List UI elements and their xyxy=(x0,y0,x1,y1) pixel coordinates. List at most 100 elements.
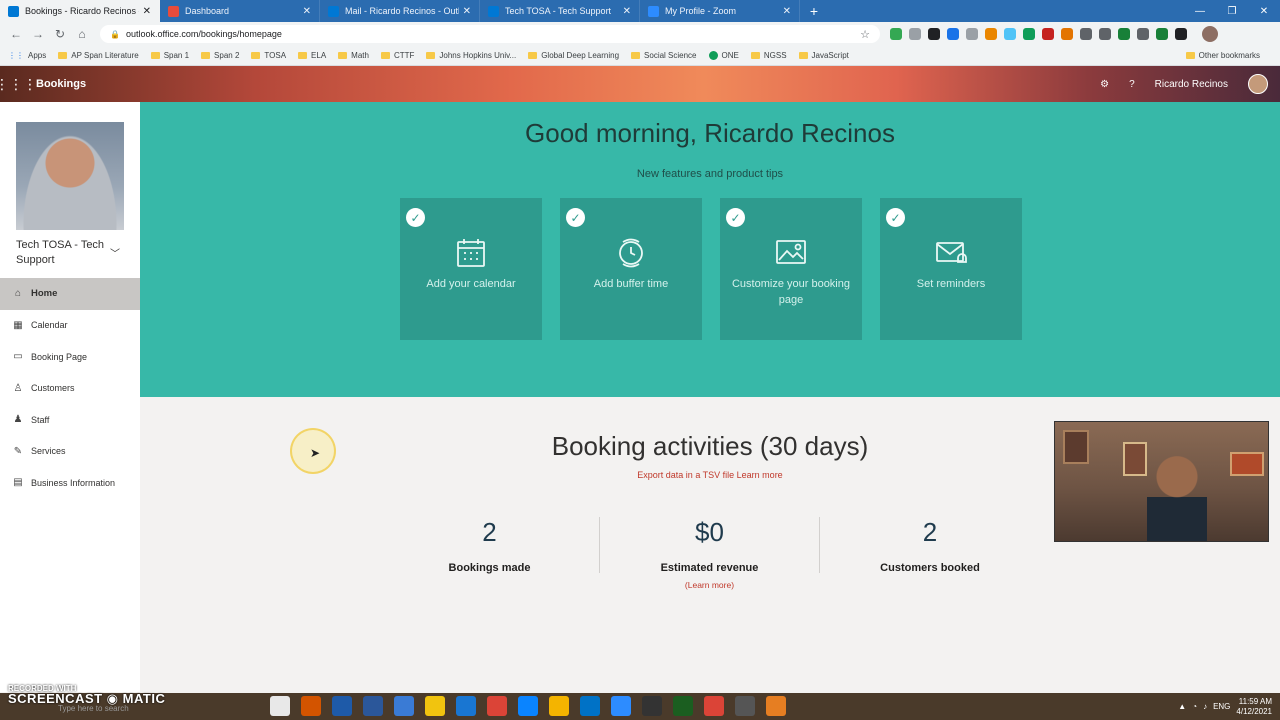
app-launcher-icon[interactable]: ⋮⋮⋮ xyxy=(0,66,37,102)
extension-icon[interactable] xyxy=(985,28,997,40)
bookmark-item[interactable]: Johns Hopkins Univ... xyxy=(426,51,516,60)
avatar[interactable] xyxy=(1248,74,1268,94)
app-icon[interactable] xyxy=(394,696,414,716)
bookmark-item[interactable]: ⋮⋮ Apps xyxy=(8,51,46,60)
clock[interactable]: 11:59 AM 4/12/2021 xyxy=(1236,697,1272,717)
lang-indicator[interactable]: ENG xyxy=(1213,702,1230,711)
bookmark-label: Johns Hopkins Univ... xyxy=(439,51,517,60)
zoom-icon[interactable] xyxy=(611,696,631,716)
browser-profile-avatar[interactable] xyxy=(1202,26,1218,42)
tip-card[interactable]: ✓ Add your calendar xyxy=(400,198,542,340)
settings-icon[interactable]: ⚙ xyxy=(1100,79,1109,90)
browser-tab[interactable]: Tech TOSA - Tech Support ✕ xyxy=(480,0,640,22)
sidebar-item-booking-page[interactable]: ▭ Booking Page xyxy=(0,341,140,373)
extension-icon[interactable] xyxy=(1023,28,1035,40)
sidebar-item-home[interactable]: ⌂ Home xyxy=(0,278,140,310)
tray-icon[interactable]: ▲ xyxy=(1178,702,1186,711)
bookmark-item[interactable]: Global Deep Learning xyxy=(528,51,619,60)
app-icon[interactable] xyxy=(642,696,662,716)
app-icon[interactable] xyxy=(766,696,786,716)
minimize-icon[interactable]: — xyxy=(1184,0,1216,22)
close-tab-icon[interactable]: ✕ xyxy=(143,6,151,17)
app-icon[interactable] xyxy=(425,696,445,716)
browser-tab[interactable]: My Profile - Zoom ✕ xyxy=(640,0,800,22)
extension-icon[interactable] xyxy=(1004,28,1016,40)
sidebar-item-services[interactable]: ✎ Services xyxy=(0,436,140,468)
sidebar-item-staff[interactable]: ♟ Staff xyxy=(0,404,140,436)
reload-icon[interactable]: ↻ xyxy=(50,24,70,44)
back-icon[interactable]: ← xyxy=(6,24,26,44)
bookmark-item[interactable]: Span 2 xyxy=(201,51,239,60)
folder-icon[interactable] xyxy=(549,696,569,716)
extension-icon[interactable] xyxy=(947,28,959,40)
user-name[interactable]: Ricardo Recinos xyxy=(1155,79,1228,90)
bookmark-item[interactable]: TOSA xyxy=(251,51,286,60)
business-name[interactable]: Tech TOSA - Tech Support xyxy=(16,238,112,268)
extension-icon[interactable] xyxy=(890,28,902,40)
app-icon[interactable] xyxy=(456,696,476,716)
app-icon[interactable] xyxy=(363,696,383,716)
extension-icon[interactable] xyxy=(1118,28,1130,40)
close-tab-icon[interactable]: ✕ xyxy=(303,6,311,17)
new-tab-button[interactable]: + xyxy=(800,0,828,22)
bookmark-item[interactable]: JavaScript xyxy=(798,51,849,60)
bookmark-item[interactable]: ONE xyxy=(708,51,739,60)
bookmark-item[interactable]: Social Science xyxy=(631,51,697,60)
close-tab-icon[interactable]: ✕ xyxy=(623,6,631,17)
taskbar-search-input[interactable]: Type here to search xyxy=(40,700,220,716)
bookmark-item[interactable]: Math xyxy=(338,51,369,60)
close-tab-icon[interactable]: ✕ xyxy=(783,6,791,17)
extension-icon[interactable] xyxy=(1061,28,1073,40)
learn-more-link[interactable]: (Learn more) xyxy=(600,580,819,590)
chrome-icon[interactable] xyxy=(487,696,507,716)
mail-bell-icon xyxy=(880,236,1022,275)
app-icon[interactable] xyxy=(301,696,321,716)
extension-icon[interactable] xyxy=(928,28,940,40)
store-icon[interactable] xyxy=(270,696,290,716)
url-input[interactable]: 🔒 outlook.office.com/bookings/homepage ☆ xyxy=(100,25,880,43)
chevron-down-icon[interactable]: ﹀ xyxy=(110,245,120,260)
browser-tab[interactable]: Mail - Ricardo Recinos - Outlook ✕ xyxy=(320,0,480,22)
sidebar-item-calendar[interactable]: ▦ Calendar xyxy=(0,310,140,342)
app-icon[interactable] xyxy=(332,696,352,716)
extension-icon[interactable] xyxy=(1080,28,1092,40)
browser-tab[interactable]: Bookings - Ricardo Recinos - Ou ✕ xyxy=(0,0,160,22)
extension-icon[interactable] xyxy=(1156,28,1168,40)
bookmark-item[interactable]: NGSS xyxy=(750,51,787,60)
bookmark-star-icon[interactable]: ☆ xyxy=(860,28,870,41)
volume-icon[interactable]: ♪ xyxy=(1203,702,1207,711)
tip-card[interactable]: ✓ Add buffer time xyxy=(560,198,702,340)
wifi-icon[interactable]: ◔ xyxy=(1192,702,1197,711)
tip-card[interactable]: ✓ Customize your booking page xyxy=(720,198,862,340)
app-icon[interactable] xyxy=(673,696,693,716)
chrome-icon[interactable] xyxy=(704,696,724,716)
edge-icon[interactable] xyxy=(518,696,538,716)
extension-icon[interactable] xyxy=(966,28,978,40)
outlook-icon[interactable] xyxy=(580,696,600,716)
app-icon[interactable] xyxy=(735,696,755,716)
extension-icon[interactable] xyxy=(1099,28,1111,40)
extension-icon[interactable] xyxy=(909,28,921,40)
sidebar-item-business-information[interactable]: ▤ Business Information xyxy=(0,467,140,499)
browser-tab[interactable]: Dashboard ✕ xyxy=(160,0,320,22)
sidebar-item-customers[interactable]: ♙ Customers xyxy=(0,373,140,405)
forward-icon[interactable]: → xyxy=(28,24,48,44)
bookmark-item[interactable]: Span 1 xyxy=(150,51,189,60)
sidebar-item-label: Customers xyxy=(31,383,75,394)
extension-icon[interactable] xyxy=(1137,28,1149,40)
tip-card[interactable]: ✓ Set reminders xyxy=(880,198,1022,340)
stat-value: 2 xyxy=(482,517,497,547)
help-icon[interactable]: ? xyxy=(1129,79,1135,90)
puzzle-icon[interactable] xyxy=(1175,28,1187,40)
bookmark-item[interactable]: CTTF xyxy=(380,51,414,60)
app-header: ⋮⋮⋮ Bookings ⚙ ? Ricardo Recinos xyxy=(0,66,1280,102)
close-window-icon[interactable]: ✕ xyxy=(1248,0,1280,22)
bookmark-item[interactable]: AP Span Literature xyxy=(58,51,139,60)
bookmark-item[interactable]: ELA xyxy=(298,51,326,60)
restore-icon[interactable]: ❐ xyxy=(1216,0,1248,22)
home-nav-icon[interactable]: ⌂ xyxy=(72,24,92,44)
extension-icon[interactable] xyxy=(1042,28,1054,40)
app-name[interactable]: Bookings xyxy=(36,78,86,90)
other-bookmarks[interactable]: Other bookmarks xyxy=(1185,51,1260,60)
close-tab-icon[interactable]: ✕ xyxy=(463,6,471,17)
